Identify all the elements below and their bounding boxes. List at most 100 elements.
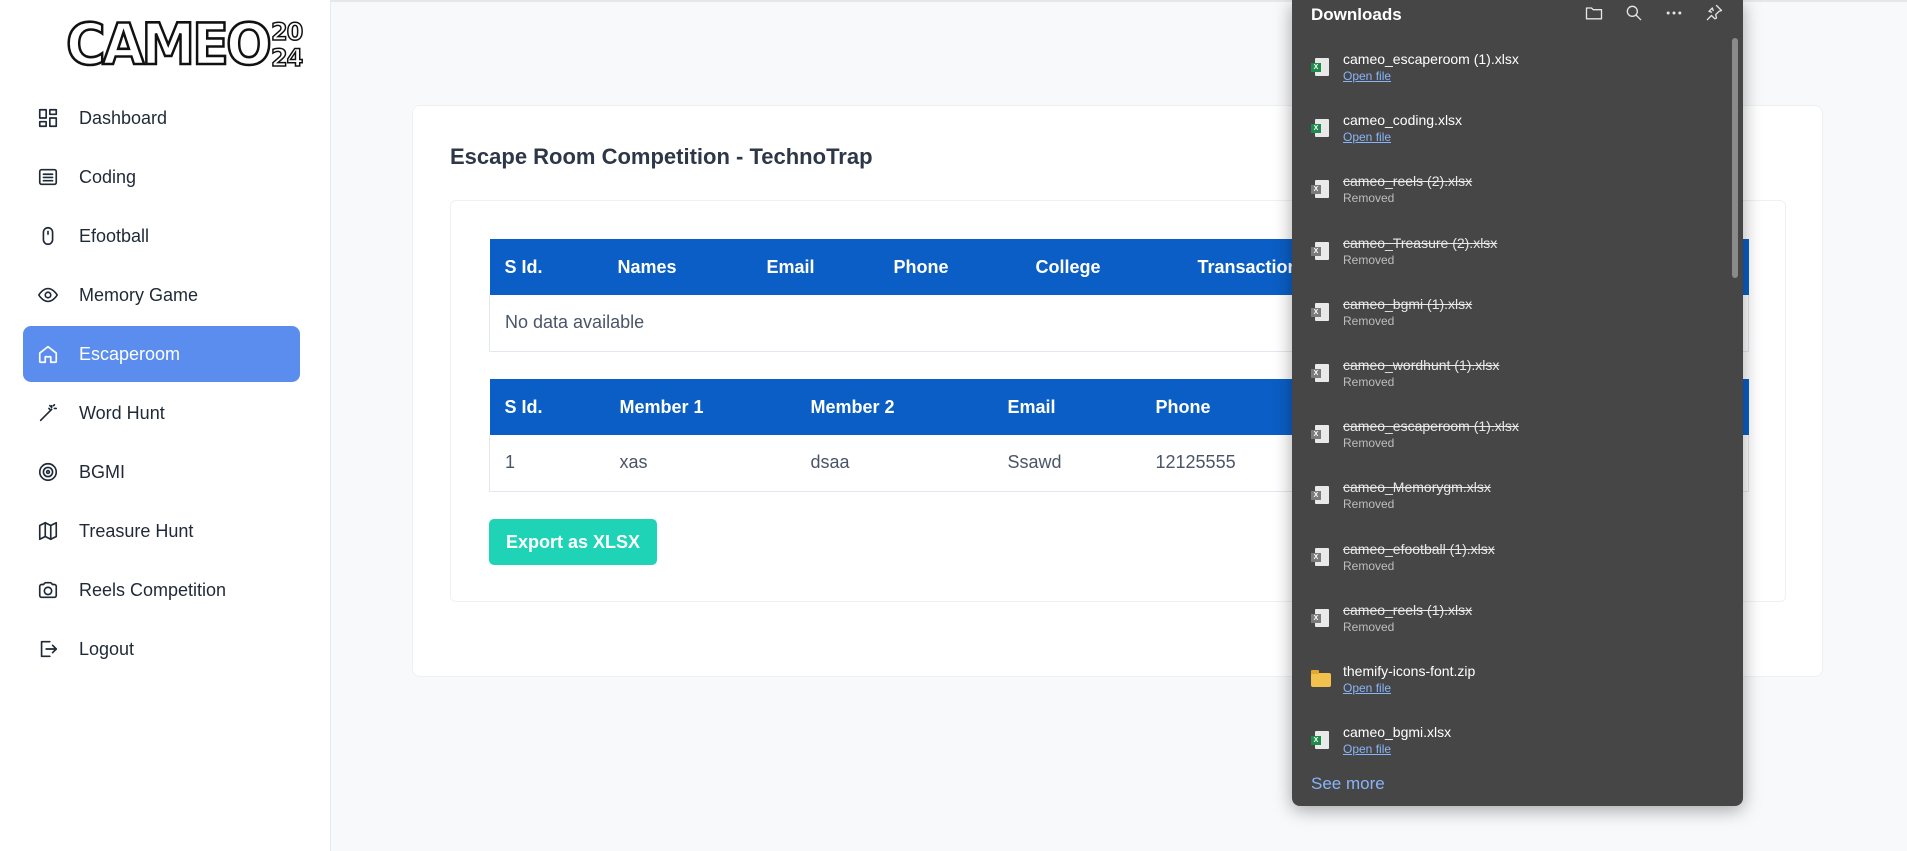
open-file-link[interactable]: Open file (1343, 741, 1451, 757)
search-icon[interactable] (1623, 2, 1645, 24)
download-item[interactable]: X cameo_escaperoom (1).xlsx Open file (1292, 41, 1729, 102)
table-cell: 1 (489, 435, 605, 492)
magic-wand-icon (37, 402, 59, 424)
open-file-link[interactable]: Open file (1343, 680, 1475, 696)
logo-year-bottom: 24 (270, 44, 304, 72)
sidebar-item-label: Logout (79, 638, 135, 659)
downloads-title: Downloads (1311, 5, 1402, 24)
download-item[interactable]: X cameo_reels (2).xlsx Removed (1292, 163, 1729, 224)
sidebar-item-label: Dashboard (79, 107, 168, 128)
page-title: Escape Room Competition - TechnoTrap (450, 144, 873, 169)
sidebar-item-dashboard[interactable]: Dashboard (23, 90, 300, 146)
sidebar: CAMEO 20 24 Dashboard Coding Efootball M… (0, 0, 331, 851)
download-item[interactable]: X cameo_Memorygm.xlsx Removed (1292, 469, 1729, 530)
download-status: Removed (1343, 252, 1395, 267)
open-file-link[interactable]: Open file (1343, 68, 1519, 84)
download-item[interactable]: themify-icons-font.zip Open file (1292, 653, 1729, 714)
sidebar-nav: Dashboard Coding Efootball Memory Game E… (23, 90, 300, 680)
logo-year: 20 24 (270, 18, 304, 72)
download-filename: cameo_escaperoom (1).xlsx (1343, 51, 1519, 67)
download-filename: cameo_efootball (1).xlsx (1343, 540, 1495, 557)
excel-file-icon: X (1311, 486, 1331, 506)
column-header[interactable]: Phone (878, 239, 1021, 295)
column-header[interactable]: Email (992, 379, 1141, 435)
download-status: Removed (1343, 313, 1395, 328)
sidebar-item-word-hunt[interactable]: Word Hunt (23, 385, 300, 441)
sidebar-item-reels-competition[interactable]: Reels Competition (23, 562, 300, 618)
excel-file-icon: X (1311, 302, 1331, 323)
table-cell: Ssawd (992, 435, 1141, 492)
download-item[interactable]: X cameo_bgmi.xlsx Open file (1292, 714, 1729, 775)
logo-year-top: 20 (270, 18, 304, 46)
download-filename: cameo_reels (1).xlsx (1343, 601, 1473, 618)
sidebar-item-bgmi[interactable]: BGMI (23, 444, 300, 500)
download-item[interactable]: X cameo_efootball (1).xlsx Removed (1292, 531, 1729, 592)
column-header[interactable]: College (1020, 239, 1183, 295)
download-filename: cameo_wordhunt (1).xlsx (1343, 356, 1500, 373)
download-filename: themify-icons-font.zip (1343, 662, 1476, 679)
download-filename: cameo_escaperoom (1).xlsx (1343, 418, 1519, 435)
open-file-link[interactable]: Open file (1343, 129, 1462, 145)
excel-file-icon: X (1311, 119, 1331, 139)
sidebar-item-logout[interactable]: Logout (23, 621, 300, 677)
zip-folder-icon (1311, 669, 1331, 690)
sidebar-item-label: BGMI (79, 461, 126, 482)
download-status: Removed (1343, 497, 1395, 512)
sidebar-item-memory-game[interactable]: Memory Game (23, 267, 300, 323)
excel-file-icon: X (1311, 363, 1331, 384)
camera-icon (37, 579, 59, 601)
column-header[interactable]: Member 2 (795, 379, 993, 435)
download-item[interactable]: X cameo_escaperoom (1).xlsx Removed (1292, 408, 1729, 469)
download-item[interactable]: X cameo_Treasure (2).xlsx Removed (1292, 225, 1729, 286)
download-filename: cameo_coding.xlsx (1343, 112, 1463, 129)
excel-file-icon: X (1311, 608, 1331, 629)
sidebar-item-treasure-hunt[interactable]: Treasure Hunt (23, 503, 300, 559)
home-icon (37, 343, 59, 365)
download-item[interactable]: X cameo_coding.xlsx Open file (1292, 102, 1729, 163)
sidebar-item-label: Reels Competition (79, 579, 227, 600)
excel-file-icon: X (1311, 241, 1331, 262)
cameo-logo[interactable]: CAMEO 20 24 (65, 12, 304, 78)
table-cell: xas (604, 435, 796, 492)
download-item[interactable]: X cameo_bgmi (1).xlsx Removed (1292, 286, 1729, 347)
sidebar-item-label: Efootball (79, 225, 150, 246)
download-status: Removed (1343, 191, 1395, 206)
dashboard-icon (37, 107, 59, 129)
download-item[interactable]: X cameo_reels (1).xlsx Removed (1292, 592, 1729, 653)
see-more-link[interactable]: See more (1311, 774, 1385, 794)
column-header[interactable]: S Id. (489, 239, 603, 295)
sidebar-item-escaperoom[interactable]: Escaperoom (23, 326, 300, 382)
map-icon (37, 520, 59, 542)
download-filename: cameo_Treasure (2).xlsx (1343, 234, 1498, 251)
table-cell: dsaa (795, 435, 993, 492)
download-status: Removed (1343, 619, 1395, 634)
folder-icon[interactable] (1583, 2, 1605, 24)
excel-file-icon: X (1311, 58, 1331, 78)
column-header[interactable]: Names (602, 239, 752, 295)
scrollbar[interactable] (1732, 38, 1738, 278)
download-filename: cameo_reels (2).xlsx (1343, 173, 1473, 190)
column-header[interactable]: Member 1 (604, 379, 796, 435)
downloads-toolbar (1583, 2, 1725, 24)
logout-icon (37, 638, 59, 660)
more-options-icon[interactable] (1663, 2, 1685, 24)
excel-file-icon: X (1311, 180, 1331, 200)
download-item[interactable]: X cameo_wordhunt (1).xlsx Removed (1292, 347, 1729, 408)
excel-file-icon: X (1311, 731, 1331, 751)
column-header[interactable]: Email (751, 239, 879, 295)
sidebar-item-label: Coding (79, 166, 137, 187)
pin-icon[interactable] (1703, 2, 1725, 24)
mouse-icon (37, 225, 59, 247)
sidebar-item-coding[interactable]: Coding (23, 149, 300, 205)
sidebar-item-efootball[interactable]: Efootball (23, 208, 300, 264)
sidebar-item-label: Escaperoom (79, 343, 181, 364)
download-status: Removed (1343, 558, 1395, 573)
download-filename: cameo_Memorygm.xlsx (1343, 479, 1491, 496)
sidebar-item-label: Memory Game (79, 284, 199, 305)
logo-text: CAMEO (65, 11, 273, 78)
download-status: Removed (1343, 374, 1395, 389)
export-xlsx-button[interactable]: Export as XLSX (489, 519, 657, 565)
downloads-list: X cameo_escaperoom (1).xlsx Open file X c… (1292, 41, 1729, 775)
list-icon (37, 166, 59, 188)
column-header[interactable]: S Id. (489, 379, 605, 435)
